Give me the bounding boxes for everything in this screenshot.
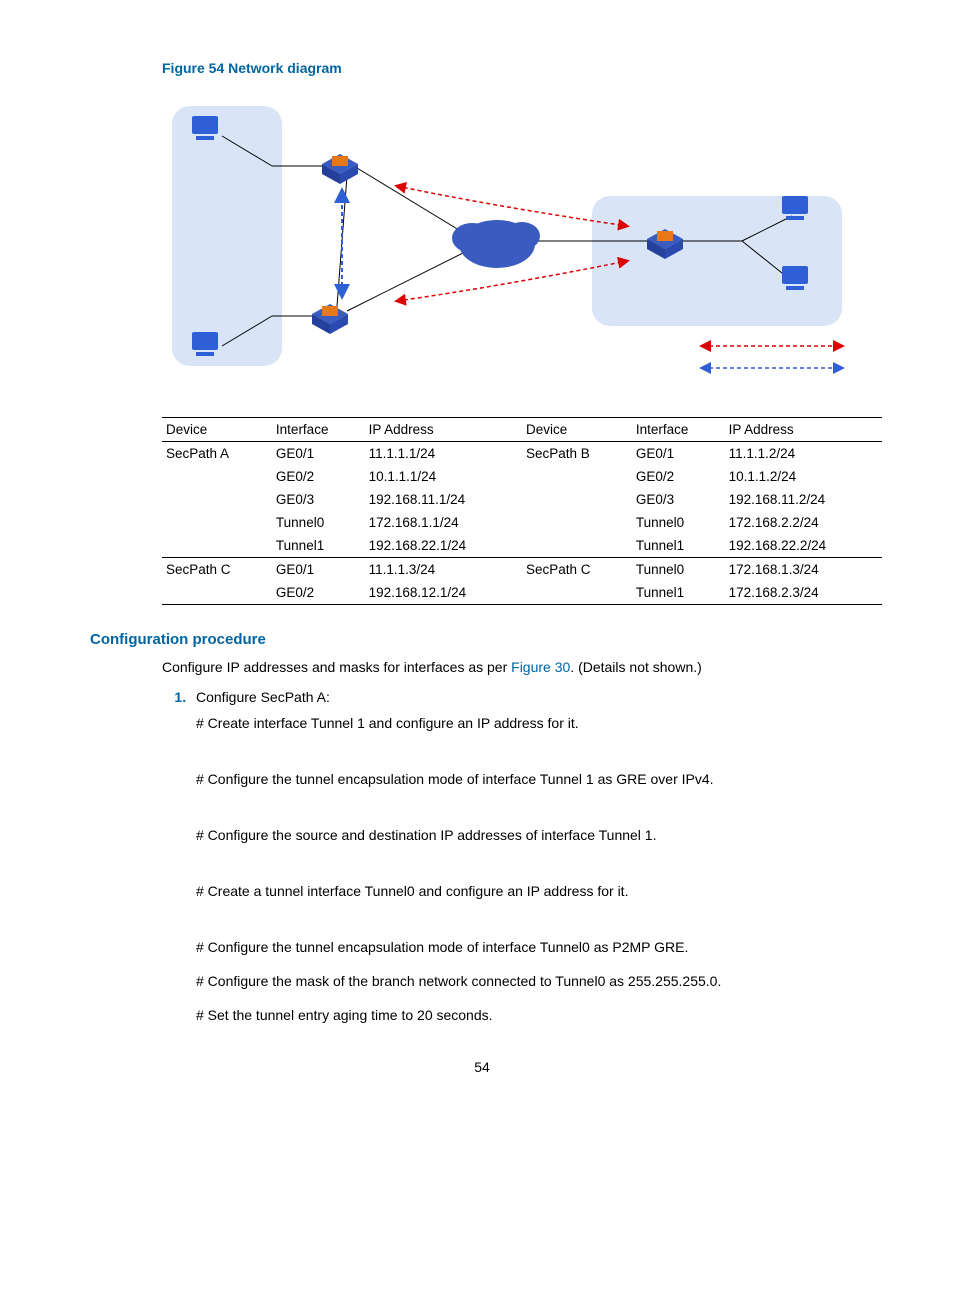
intro-text: Configure IP addresses and masks for int… [162, 658, 874, 677]
figure-caption: Figure 54 Network diagram [162, 60, 874, 76]
table-row: Tunnel0172.168.1.1/24Tunnel0172.168.2.2/… [162, 511, 882, 534]
page-number: 54 [90, 1059, 874, 1075]
table-row: SecPath AGE0/111.1.1.1/24SecPath BGE0/11… [162, 442, 882, 466]
step-1: Configure SecPath A: # Create interface … [190, 689, 874, 1023]
col-device: Device [162, 418, 272, 442]
step-title: Configure SecPath A: [196, 689, 330, 705]
table-row: GE0/210.1.1.1/24GE0/210.1.1.2/24 [162, 465, 882, 488]
step-para: # Configure the mask of the branch netwo… [196, 973, 874, 989]
table-row: SecPath CGE0/111.1.1.3/24SecPath CTunnel… [162, 558, 882, 582]
interface-table: Device Interface IP Address Device Inter… [162, 417, 882, 605]
col-device2: Device [522, 418, 632, 442]
step-para: # Create interface Tunnel 1 and configur… [196, 715, 874, 731]
figure-link[interactable]: Figure 30 [511, 659, 570, 675]
col-ip: IP Address [365, 418, 522, 442]
table-row: GE0/3192.168.11.1/24GE0/3192.168.11.2/24 [162, 488, 882, 511]
step-para: # Configure the tunnel encapsulation mod… [196, 939, 874, 955]
step-para: # Configure the source and destination I… [196, 827, 874, 843]
col-interface2: Interface [632, 418, 725, 442]
col-ip2: IP Address [725, 418, 882, 442]
section-heading: Configuration procedure [90, 631, 874, 648]
step-para: # Set the tunnel entry aging time to 20 … [196, 1007, 874, 1023]
step-para: # Configure the tunnel encapsulation mod… [196, 771, 874, 787]
step-para: # Create a tunnel interface Tunnel0 and … [196, 883, 874, 899]
table-row: GE0/2192.168.12.1/24Tunnel1172.168.2.3/2… [162, 581, 882, 605]
table-row: Tunnel1192.168.22.1/24Tunnel1192.168.22.… [162, 534, 882, 558]
col-interface: Interface [272, 418, 365, 442]
network-diagram [162, 86, 874, 399]
